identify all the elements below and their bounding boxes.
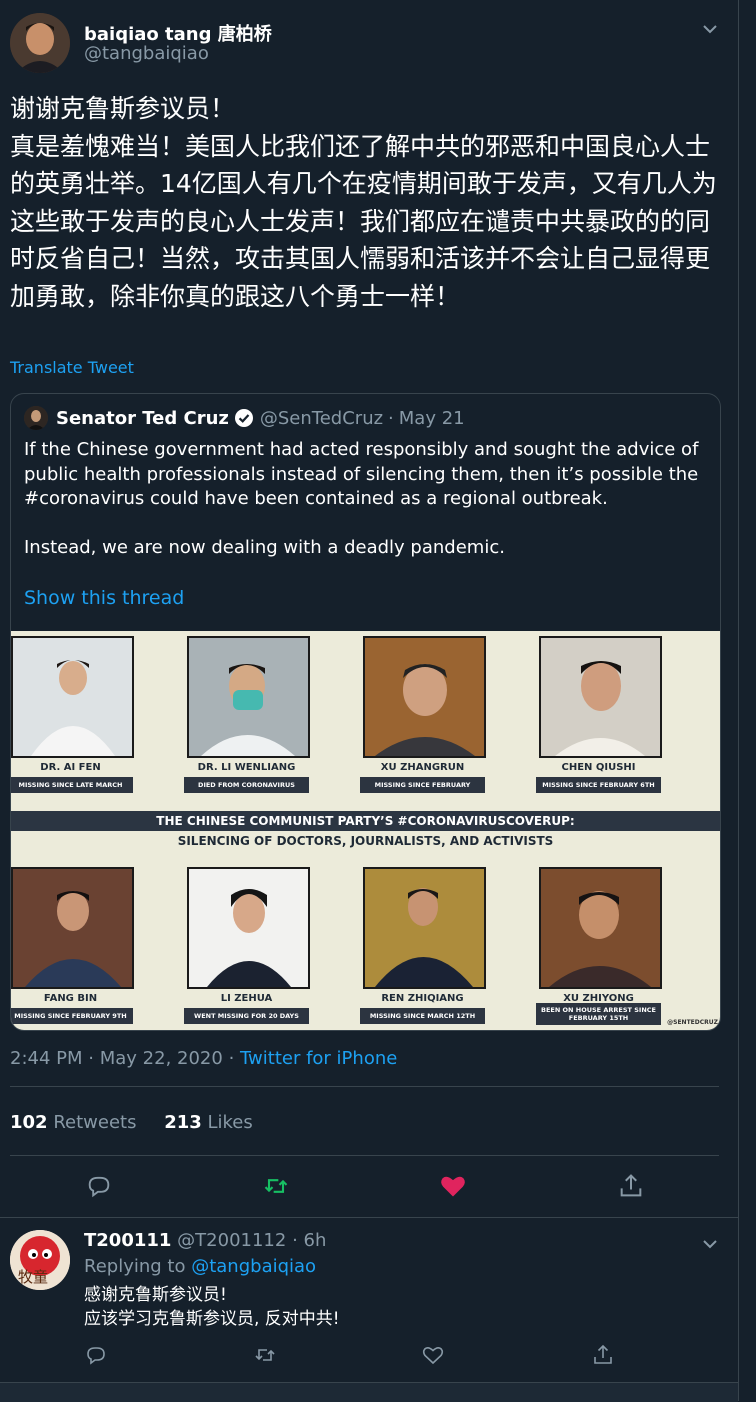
tweet-time[interactable]: 2:44 PM — [10, 1048, 83, 1069]
tweet-action-bar — [0, 1172, 738, 1202]
quoted-author-avatar — [24, 406, 48, 430]
quoted-tweet-image[interactable]: DR. AI FEN DR. LI WENLIANG XU ZHANGRUN C… — [11, 631, 720, 1030]
portrait-photo — [187, 636, 310, 758]
tweet-detail-column: baiqiao tang 唐柏桥 @tangbaiqiao 谢谢克鲁斯参议员！ … — [0, 0, 739, 1402]
translate-tweet-link[interactable]: Translate Tweet — [10, 358, 134, 377]
tweet-stats: 102 Retweets 213 Likes — [10, 1112, 253, 1133]
person-status-label: BEEN ON HOUSE ARREST SINCE FEBRUARY 15TH — [536, 1003, 661, 1025]
quoted-tweet-card[interactable]: Senator Ted Cruz @SenTedCruz · May 21 If… — [10, 393, 721, 1031]
tweet-source-link[interactable]: Twitter for iPhone — [240, 1048, 397, 1069]
tweet-timestamp: 2:44 PM · May 22, 2020 · Twitter for iPh… — [10, 1048, 397, 1069]
chevron-down-icon[interactable] — [701, 20, 719, 38]
quoted-date: May 21 — [398, 407, 465, 429]
page-edge — [739, 0, 756, 1401]
portrait-photo — [539, 867, 662, 989]
likes-count: 213 — [164, 1112, 202, 1133]
portrait-photo — [539, 636, 662, 758]
retweets-stat[interactable]: 102 Retweets — [10, 1112, 136, 1133]
show-thread-link[interactable]: Show this thread — [24, 587, 184, 609]
share-icon[interactable] — [617, 1172, 645, 1200]
retweets-count: 102 — [10, 1112, 48, 1133]
likes-label: Likes — [207, 1112, 253, 1133]
person-name-label: FANG BIN — [43, 993, 98, 1004]
image-watermark: @SENTEDCRUZ — [667, 1019, 718, 1026]
divider — [0, 1217, 738, 1218]
person-status-label: MISSING SINCE FEBRUARY 6TH — [536, 777, 661, 793]
reply-author-name[interactable]: T200111 — [84, 1230, 171, 1251]
likes-stat[interactable]: 213 Likes — [164, 1112, 253, 1133]
divider — [10, 1155, 719, 1156]
reply-icon[interactable] — [85, 1172, 113, 1200]
person-status-label: WENT MISSING FOR 20 DAYS — [184, 1008, 309, 1024]
person-status-label: MISSING SINCE MARCH 12TH — [360, 1008, 485, 1024]
image-banner-line1: THE CHINESE COMMUNIST PARTY’S #CORONAVIR… — [11, 811, 720, 831]
chevron-down-icon[interactable] — [701, 1235, 719, 1253]
portrait-photo — [363, 636, 486, 758]
person-status-label: MISSING SINCE LATE MARCH — [11, 777, 133, 793]
retweet-icon[interactable] — [262, 1172, 290, 1200]
person-status-label: DIED FROM CORONAVIRUS — [184, 777, 309, 793]
separator-dot: · — [228, 1048, 235, 1069]
person-name-label: DR. AI FEN — [40, 762, 101, 773]
portrait-photo — [363, 867, 486, 989]
share-icon[interactable] — [591, 1343, 615, 1367]
person-name-label: XU ZHANGRUN — [380, 762, 465, 773]
quoted-author-handle: @SenTedCruz — [259, 407, 384, 429]
separator-dot: · — [388, 407, 394, 429]
reply-age[interactable]: 6h — [304, 1230, 327, 1251]
person-status-label: MISSING SINCE FEBRUARY 9TH — [11, 1008, 133, 1024]
reply-author-handle[interactable]: @T2001112 — [177, 1230, 286, 1251]
replying-to-label: Replying to — [84, 1256, 186, 1277]
person-name-label: CHEN QIUSHI — [561, 762, 636, 773]
retweets-label: Retweets — [53, 1112, 137, 1133]
verified-badge-icon — [234, 408, 254, 428]
bottom-divider — [0, 1382, 738, 1402]
replying-to: Replying to @tangbaiqiao — [84, 1256, 316, 1277]
separator-dot: · — [88, 1048, 94, 1069]
reply-icon[interactable] — [84, 1343, 108, 1367]
reply-author-avatar[interactable]: 牧童 — [10, 1230, 70, 1290]
tweet-text: 谢谢克鲁斯参议员！ 真是羞愧难当！美国人比我们还了解中共的邪恶和中国良心人士的英… — [10, 94, 717, 311]
divider — [10, 1086, 719, 1087]
replying-to-handle[interactable]: @tangbaiqiao — [191, 1256, 316, 1277]
person-name-label: LI ZEHUA — [220, 993, 273, 1004]
quoted-author-name: Senator Ted Cruz — [56, 407, 229, 429]
author-handle[interactable]: @tangbaiqiao — [84, 43, 209, 64]
portrait-photo — [187, 867, 310, 989]
person-name-label: REN ZHIQIANG — [381, 993, 464, 1004]
separator-dot: · — [292, 1230, 298, 1251]
retweet-icon[interactable] — [253, 1343, 277, 1367]
reply-avatar-text: 牧童 — [18, 1268, 49, 1286]
reply-text: 感谢克鲁斯参议员! 应该学习克鲁斯参议员, 反对中共! — [84, 1285, 340, 1329]
like-icon[interactable] — [421, 1343, 445, 1367]
reply-action-bar — [0, 1343, 738, 1369]
like-icon[interactable] — [439, 1172, 467, 1200]
author-avatar[interactable] — [10, 13, 70, 73]
portrait-photo — [11, 867, 134, 989]
person-status-label: MISSING SINCE FEBRUARY — [360, 777, 485, 793]
reply-header: T200111 @T2001112 · 6h — [84, 1230, 326, 1251]
quoted-tweet-text: If the Chinese government had acted resp… — [24, 439, 699, 558]
tweet-date[interactable]: May 22, 2020 — [100, 1048, 223, 1069]
person-name-label: DR. LI WENLIANG — [197, 762, 296, 773]
quoted-tweet-header: Senator Ted Cruz @SenTedCruz · May 21 — [24, 406, 465, 430]
portrait-photo — [11, 636, 134, 758]
image-banner-line2: SILENCING OF DOCTORS, JOURNALISTS, AND A… — [11, 831, 720, 851]
